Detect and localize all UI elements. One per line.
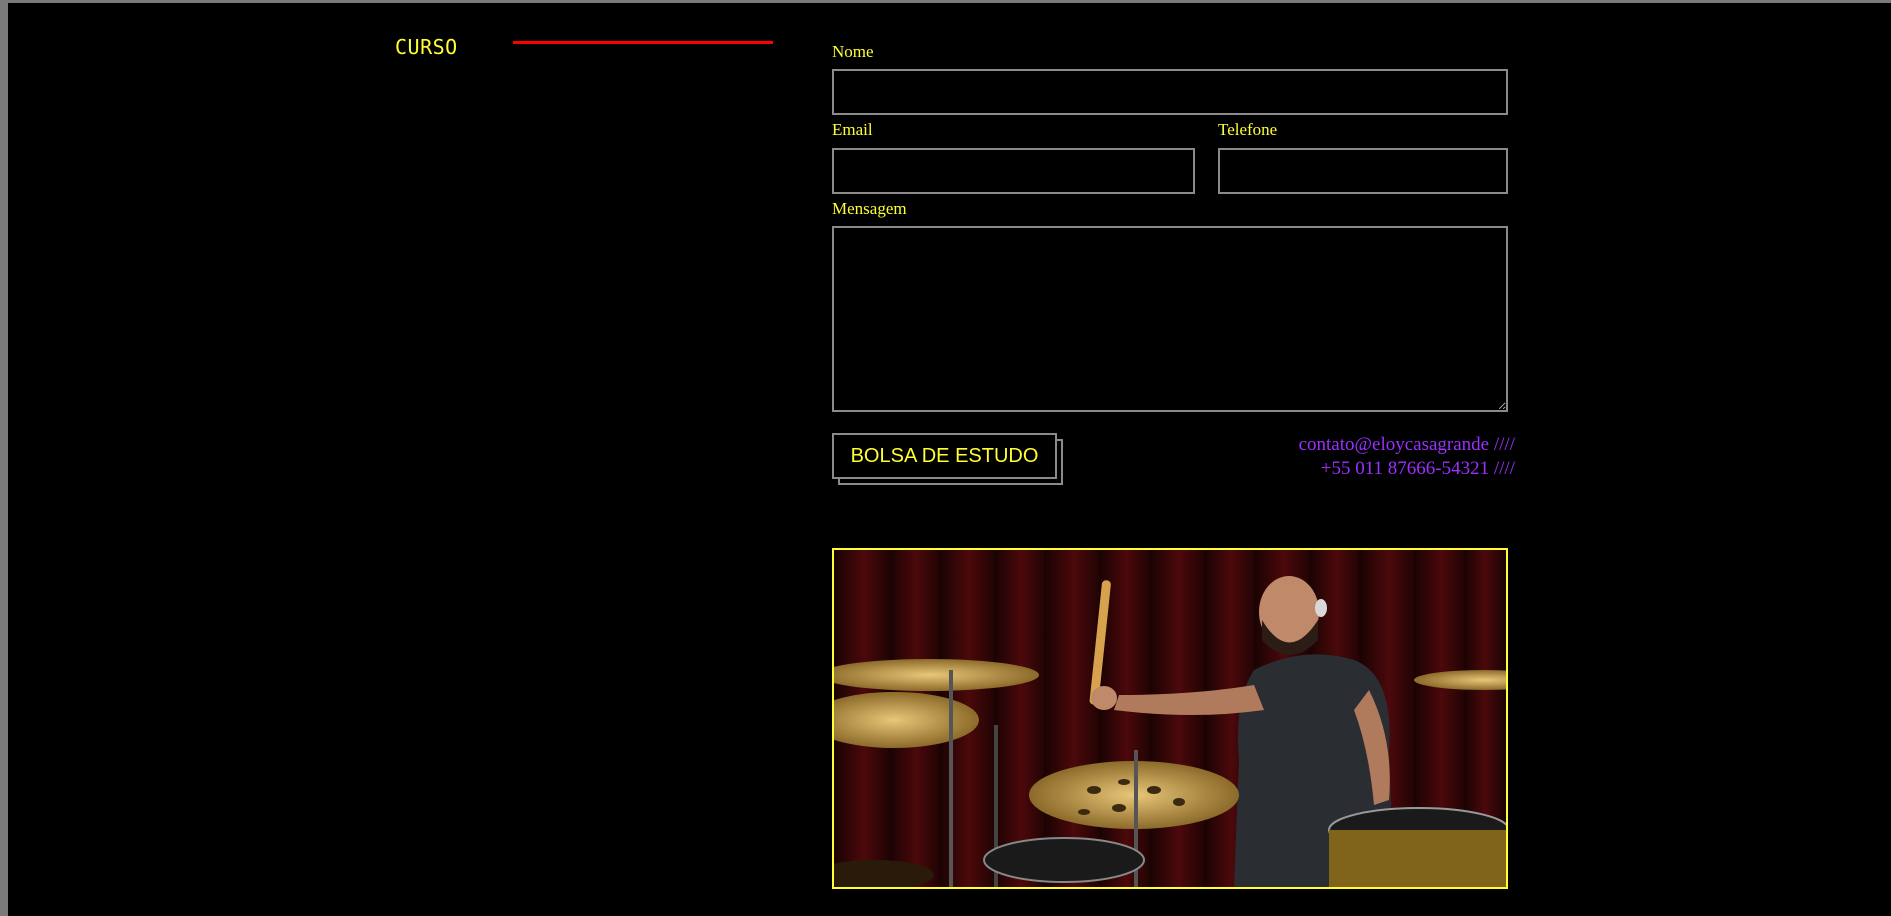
browser-viewport: CURSO Nome Email Telefone Mensagem BOLSA… [0, 0, 1891, 916]
name-field[interactable] [832, 69, 1508, 115]
phone-label: Telefone [1218, 120, 1278, 139]
contact-email-line: contato@eloycasagrande //// [1299, 433, 1515, 457]
contact-phone-link[interactable]: +55 011 87666-54321 [1321, 458, 1489, 479]
phone-field[interactable] [1218, 148, 1508, 194]
message-textarea[interactable] [832, 226, 1508, 412]
drummer-photo [832, 548, 1508, 889]
submit-button-group: BOLSA DE ESTUDO [832, 433, 1063, 485]
contact-email-link[interactable]: contato@eloycasagrande [1299, 434, 1490, 455]
name-label: Nome [832, 42, 874, 61]
course-title: CURSO [395, 35, 458, 59]
contact-info: contato@eloycasagrande //// +55 011 8766… [1299, 433, 1515, 481]
bolsa-de-estudo-button[interactable]: BOLSA DE ESTUDO [832, 433, 1057, 479]
contact-page: CURSO Nome Email Telefone Mensagem BOLSA… [8, 3, 1891, 916]
email-separator: //// [1493, 434, 1515, 455]
contact-phone-line: +55 011 87666-54321 //// [1299, 457, 1515, 481]
drummer-illustration [834, 550, 1506, 887]
phone-separator: //// [1493, 458, 1515, 479]
email-label: Email [832, 120, 873, 139]
message-label: Mensagem [832, 199, 907, 218]
title-divider-line [513, 41, 773, 44]
email-field[interactable] [832, 148, 1195, 194]
